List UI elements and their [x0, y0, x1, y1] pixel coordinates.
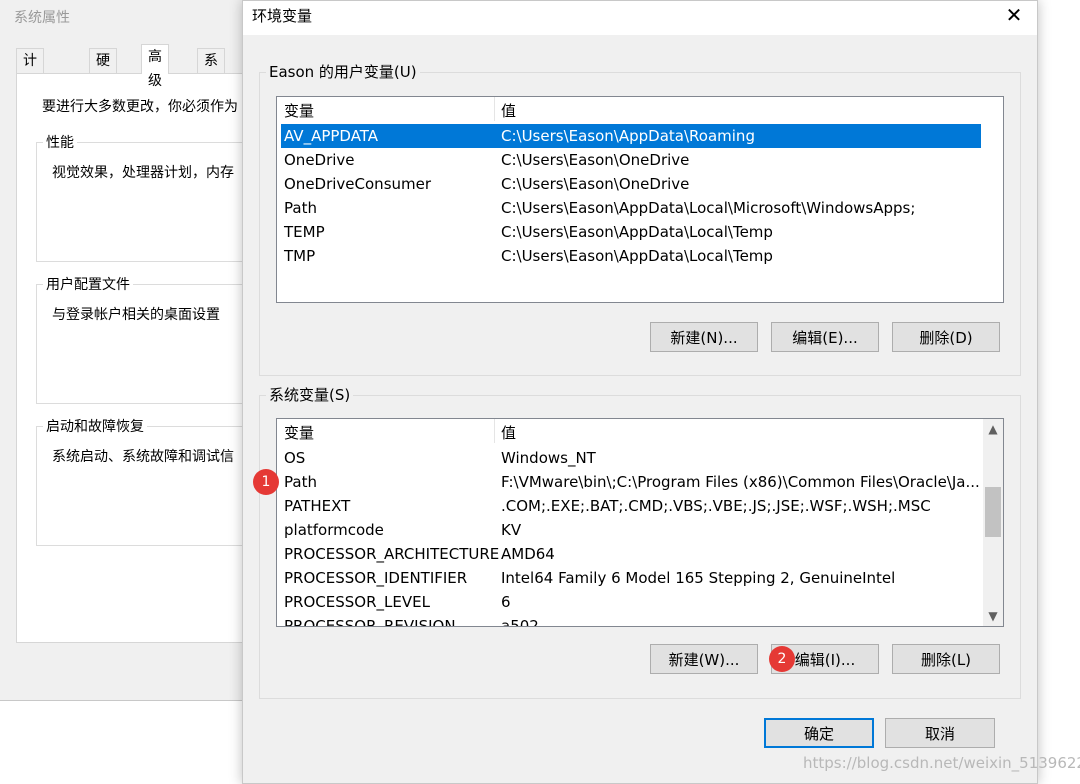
table-row[interactable]: platformcode KV — [281, 518, 981, 542]
variable-value: a502 — [501, 617, 539, 627]
table-row[interactable]: PROCESSOR_IDENTIFIER Intel64 Family 6 Mo… — [281, 566, 981, 590]
user-profiles-text: 与登录帐户相关的桌面设置 — [52, 307, 220, 323]
tab-system-protection[interactable]: 系统保 — [197, 48, 225, 117]
title-bar: 环境变量 ✕ — [243, 1, 1037, 35]
watermark: https://blog.csdn.net/weixin_51396225 — [803, 754, 1080, 772]
variable-name: TEMP — [284, 223, 325, 241]
table-row[interactable]: Path F:\VMware\bin\;C:\Program Files (x8… — [281, 470, 981, 494]
scroll-down-icon[interactable]: ▼ — [983, 606, 1003, 626]
variable-name: OneDrive — [284, 151, 355, 169]
variable-value: C:\Users\Eason\OneDrive — [501, 175, 690, 193]
table-row[interactable]: PROCESSOR_LEVEL 6 — [281, 590, 981, 614]
user-variables-label: Eason 的用户变量(U) — [266, 61, 420, 82]
variable-value: C:\Users\Eason\AppData\Roaming — [501, 127, 755, 145]
startup-recovery-label: 启动和故障恢复 — [43, 416, 147, 436]
variable-name: Path — [284, 199, 317, 217]
table-row[interactable]: TMP C:\Users\Eason\AppData\Local\Temp — [281, 244, 981, 268]
list-header: 变量 值 — [277, 97, 1003, 121]
variable-value: Windows_NT — [501, 449, 596, 467]
variable-value: AMD64 — [501, 545, 555, 563]
variable-name: PROCESSOR_LEVEL — [284, 593, 430, 611]
annotation-badge-1: 1 — [253, 469, 279, 495]
variable-name: Path — [284, 473, 317, 491]
performance-text: 视觉效果，处理器计划，内存 — [52, 165, 234, 181]
vertical-scrollbar[interactable]: ▲ ▼ — [983, 419, 1003, 626]
user-edit-button[interactable]: 编辑(E)... — [771, 322, 879, 352]
variable-value: 6 — [501, 593, 511, 611]
variable-name: TMP — [284, 247, 316, 265]
system-variables-group: 系统变量(S) 变量 值 OS Windows_NT Path F:\VMwar… — [259, 384, 1021, 699]
environment-variables-dialog: 环境变量 ✕ Eason 的用户变量(U) 变量 值 AV_APPDATA C:… — [242, 0, 1038, 784]
dialog-title: 环境变量 — [252, 7, 313, 25]
bottom-bar — [16, 648, 262, 678]
tab-hardware[interactable]: 硬件 — [89, 48, 117, 93]
list-header: 变量 值 — [277, 419, 1003, 443]
scroll-thumb[interactable] — [985, 487, 1001, 537]
user-variables-list[interactable]: 变量 值 AV_APPDATA C:\Users\Eason\AppData\R… — [276, 96, 1004, 303]
table-row[interactable]: AV_APPDATA C:\Users\Eason\AppData\Roamin… — [281, 124, 981, 148]
variable-name: platformcode — [284, 521, 384, 539]
variable-value: C:\Users\Eason\AppData\Local\Temp — [501, 223, 773, 241]
column-header-variable[interactable]: 变量 — [284, 422, 314, 443]
table-row[interactable]: PROCESSOR_ARCHITECTURE AMD64 — [281, 542, 981, 566]
system-variables-list[interactable]: 变量 值 OS Windows_NT Path F:\VMware\bin\;C… — [276, 418, 1004, 627]
table-row[interactable]: PATHEXT .COM;.EXE;.BAT;.CMD;.VBS;.VBE;.J… — [281, 494, 981, 518]
annotation-badge-2: 2 — [769, 646, 795, 672]
column-separator[interactable] — [494, 419, 495, 443]
user-new-button[interactable]: 新建(N)... — [650, 322, 758, 352]
column-separator[interactable] — [494, 97, 495, 121]
performance-label: 性能 — [43, 132, 77, 152]
variable-name: OneDriveConsumer — [284, 175, 432, 193]
system-delete-button[interactable]: 删除(L) — [892, 644, 1000, 674]
variable-value: KV — [501, 521, 522, 539]
column-header-value[interactable]: 值 — [501, 100, 516, 121]
table-row[interactable]: TEMP C:\Users\Eason\AppData\Local\Temp — [281, 220, 981, 244]
variable-name: PROCESSOR_IDENTIFIER — [284, 569, 468, 587]
window-title: 系统属性 — [14, 10, 70, 26]
system-variables-label: 系统变量(S) — [266, 384, 354, 405]
table-row[interactable]: Path C:\Users\Eason\AppData\Local\Micros… — [281, 196, 981, 220]
variable-name: AV_APPDATA — [284, 127, 379, 145]
variable-value: C:\Users\Eason\AppData\Local\Microsoft\W… — [501, 199, 916, 217]
table-row[interactable]: OS Windows_NT — [281, 446, 981, 470]
variable-value: F:\VMware\bin\;C:\Program Files (x86)\Co… — [501, 473, 980, 491]
variable-value: Intel64 Family 6 Model 165 Stepping 2, G… — [501, 569, 896, 587]
variable-name: PATHEXT — [284, 497, 351, 515]
cancel-button[interactable]: 取消 — [885, 718, 995, 748]
ok-button[interactable]: 确定 — [764, 718, 874, 748]
table-row[interactable]: OneDrive C:\Users\Eason\OneDrive — [281, 148, 981, 172]
variable-name: OS — [284, 449, 306, 467]
tab-computer-name[interactable]: 计算机名 — [16, 48, 44, 141]
tab-advanced[interactable]: 高级 — [141, 44, 169, 89]
system-properties-window: 系统属性 计算机名 硬件 高级 系统保 要进行大多数更改，你必须作为 性能 视觉… — [0, 0, 278, 701]
user-profiles-label: 用户配置文件 — [43, 274, 133, 294]
advanced-panel: 要进行大多数更改，你必须作为 性能 视觉效果，处理器计划，内存 用户配置文件 与… — [16, 73, 278, 643]
table-row[interactable]: PROCESSOR_REVISION a502 — [281, 614, 981, 627]
variable-name: PROCESSOR_ARCHITECTURE — [284, 545, 500, 563]
column-header-value[interactable]: 值 — [501, 422, 516, 443]
startup-recovery-text: 系统启动、系统故障和调试信 — [52, 449, 234, 465]
user-delete-button[interactable]: 删除(D) — [892, 322, 1000, 352]
variable-value: C:\Users\Eason\AppData\Local\Temp — [501, 247, 773, 265]
variable-value: C:\Users\Eason\OneDrive — [501, 151, 690, 169]
variable-name: PROCESSOR_REVISION — [284, 617, 456, 627]
system-new-button[interactable]: 新建(W)... — [650, 644, 758, 674]
column-header-variable[interactable]: 变量 — [284, 100, 314, 121]
variable-value: .COM;.EXE;.BAT;.CMD;.VBS;.VBE;.JS;.JSE;.… — [501, 497, 931, 515]
scroll-up-icon[interactable]: ▲ — [983, 419, 1003, 439]
close-icon[interactable]: ✕ — [991, 1, 1037, 31]
intro-text: 要进行大多数更改，你必须作为 — [42, 99, 238, 115]
table-row[interactable]: OneDriveConsumer C:\Users\Eason\OneDrive — [281, 172, 981, 196]
user-variables-group: Eason 的用户变量(U) 变量 值 AV_APPDATA C:\Users\… — [259, 61, 1021, 376]
